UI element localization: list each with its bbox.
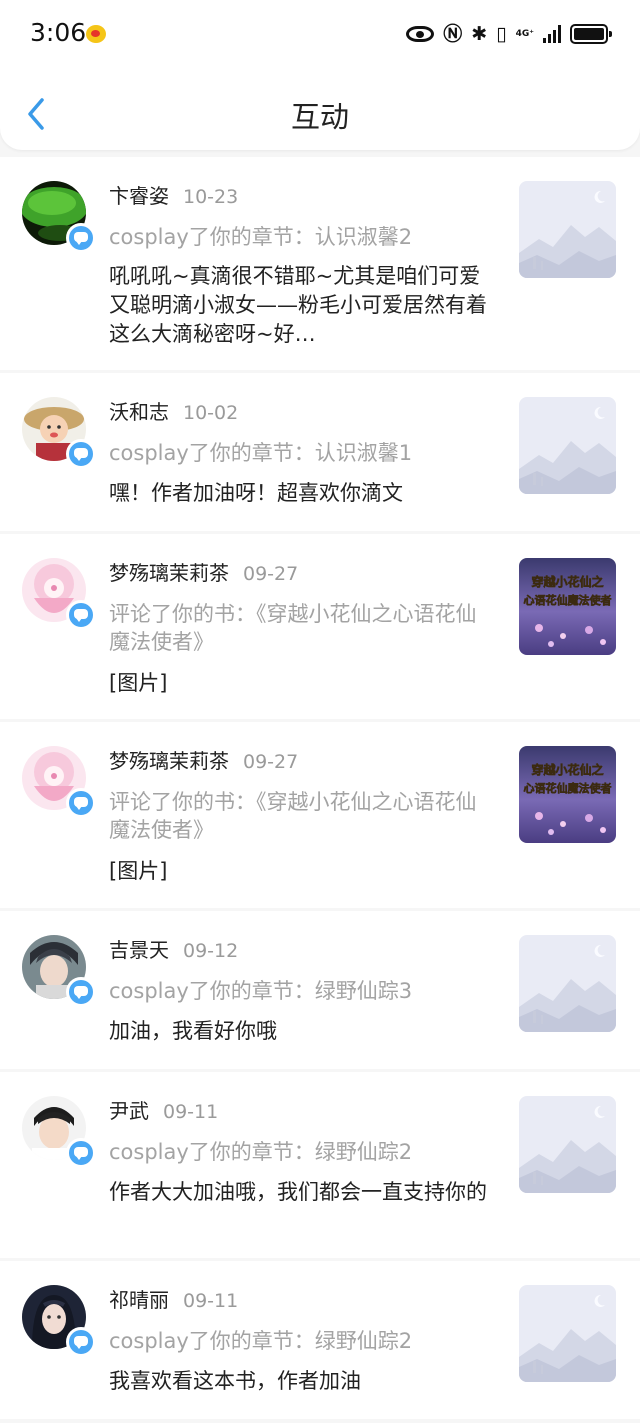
- bluetooth-icon: ✱: [471, 22, 488, 45]
- user-name[interactable]: 吉景天: [109, 938, 169, 962]
- comment-bubble-icon: [66, 439, 96, 469]
- comment-text[interactable]: 作者大大加油哦，我们都会一直支持你的: [109, 1178, 489, 1207]
- placeholder-thumbnail[interactable]: [519, 181, 616, 278]
- feed-item[interactable]: 梦殇璃茉莉茶 09-27 评论了你的书：《穿越小花仙之心语花仙魔法使者》 [图片] 穿越…: [0, 722, 640, 908]
- action-text: cosplay了你的章节：绿野仙踪2: [109, 1140, 413, 1164]
- comment-bubble-icon: [66, 977, 96, 1007]
- user-name[interactable]: 祁晴丽: [109, 1288, 169, 1312]
- action-text: 评论了你的书：《穿越小花仙之心语花仙魔法使者》: [109, 602, 477, 654]
- avatar[interactable]: [22, 397, 96, 469]
- svg-text:穿越小花仙之: 穿越小花仙之: [531, 574, 603, 589]
- comment-text[interactable]: 吼吼吼~真滴很不错耶~尤其是咱们可爱又聪明滴小淑女——粉毛小可爱居然有着这么大滴…: [109, 262, 489, 349]
- comment-text[interactable]: 加油，我看好你哦: [109, 1017, 489, 1046]
- item-date: 09-11: [183, 1290, 239, 1312]
- user-name[interactable]: 梦殇璃茉莉茶: [109, 561, 229, 585]
- feed-item[interactable]: 卞睿姿 10-23 cosplay了你的章节：认识淑馨2 吼吼吼~真滴很不错耶~尤其是…: [0, 157, 640, 370]
- user-name[interactable]: 卞睿姿: [109, 184, 169, 208]
- feed-item[interactable]: 吉景天 09-12 cosplay了你的章节：绿野仙踪3 加油，我看好你哦: [0, 911, 640, 1069]
- action-text: cosplay了你的章节：绿野仙踪3: [109, 979, 413, 1003]
- user-name[interactable]: 尹武: [109, 1099, 149, 1123]
- comment-text[interactable]: [图片]: [109, 669, 489, 698]
- action-text: 评论了你的书：《穿越小花仙之心语花仙魔法使者》: [109, 790, 477, 842]
- svg-text:心语花仙魔法使者: 心语花仙魔法使者: [524, 781, 612, 795]
- feed-item[interactable]: 梦殇璃茉莉茶 09-27 评论了你的书：《穿越小花仙之心语花仙魔法使者》 [图片] 穿越…: [0, 534, 640, 719]
- avatar[interactable]: [22, 746, 96, 818]
- svg-text:心语花仙魔法使者: 心语花仙魔法使者: [524, 593, 612, 607]
- item-date: 10-23: [183, 186, 239, 208]
- avatar[interactable]: [22, 1285, 96, 1357]
- battery-icon: [570, 24, 612, 44]
- user-name[interactable]: 梦殇璃茉莉茶: [109, 749, 229, 773]
- avatar[interactable]: [22, 935, 96, 1007]
- page-title: 互动: [290, 100, 349, 134]
- weibo-icon: [86, 25, 106, 43]
- vibrate-icon: ▯: [496, 22, 507, 45]
- app-header: 3:06 Ⓝ ✱ ▯ 4G⁺ 互动: [0, 0, 640, 150]
- action-text: cosplay了你的章节：认识淑馨1: [109, 441, 413, 465]
- action-text: cosplay了你的章节：绿野仙踪2: [109, 1329, 413, 1353]
- feed-item[interactable]: 沃和志 10-02 cosplay了你的章节：认识淑馨1 嘿！作者加油呀！超喜欢你滴文: [0, 373, 640, 531]
- comment-bubble-icon: [66, 788, 96, 818]
- book-cover-thumbnail[interactable]: 穿越小花仙之 心语花仙魔法使者: [519, 746, 616, 843]
- book-cover-thumbnail[interactable]: 穿越小花仙之 心语花仙魔法使者: [519, 558, 616, 655]
- comment-bubble-icon: [66, 223, 96, 253]
- user-name[interactable]: 沃和志: [109, 400, 169, 424]
- comment-bubble-icon: [66, 1138, 96, 1168]
- svg-text:穿越小花仙之: 穿越小花仙之: [531, 762, 603, 777]
- placeholder-thumbnail[interactable]: [519, 935, 616, 1032]
- avatar[interactable]: [22, 1096, 96, 1168]
- avatar[interactable]: [22, 181, 96, 253]
- status-time: 3:06: [30, 18, 87, 47]
- comment-text[interactable]: 我喜欢看这本书，作者加油: [109, 1367, 489, 1396]
- item-date: 09-27: [243, 751, 299, 773]
- action-text: cosplay了你的章节：认识淑馨2: [109, 225, 413, 249]
- interaction-feed: 卞睿姿 10-23 cosplay了你的章节：认识淑馨2 吼吼吼~真滴很不错耶~尤其是…: [0, 157, 640, 1422]
- item-date: 09-11: [163, 1101, 219, 1123]
- item-date: 10-02: [183, 402, 239, 424]
- placeholder-thumbnail[interactable]: [519, 397, 616, 494]
- comment-text[interactable]: 嘿！作者加油呀！超喜欢你滴文: [109, 479, 489, 508]
- comment-bubble-icon: [66, 1327, 96, 1357]
- comment-bubble-icon: [66, 600, 96, 630]
- eye-icon: [406, 26, 435, 42]
- placeholder-thumbnail[interactable]: [519, 1285, 616, 1382]
- network-label: 4G⁺: [515, 29, 534, 39]
- avatar[interactable]: [22, 558, 96, 630]
- item-date: 09-12: [183, 940, 239, 962]
- item-date: 09-27: [243, 563, 299, 585]
- status-icons: Ⓝ ✱ ▯ 4G⁺: [406, 20, 612, 48]
- placeholder-thumbnail[interactable]: [519, 1096, 616, 1193]
- feed-item[interactable]: 尹武 09-11 cosplay了你的章节：绿野仙踪2 作者大大加油哦，我们都会一直支…: [0, 1072, 640, 1258]
- nfc-icon: Ⓝ: [443, 22, 463, 45]
- feed-item[interactable]: 祁晴丽 09-11 cosplay了你的章节：绿野仙踪2 我喜欢看这本书，作者加油: [0, 1261, 640, 1419]
- comment-text[interactable]: [图片]: [109, 857, 489, 886]
- signal-icon: [543, 25, 561, 43]
